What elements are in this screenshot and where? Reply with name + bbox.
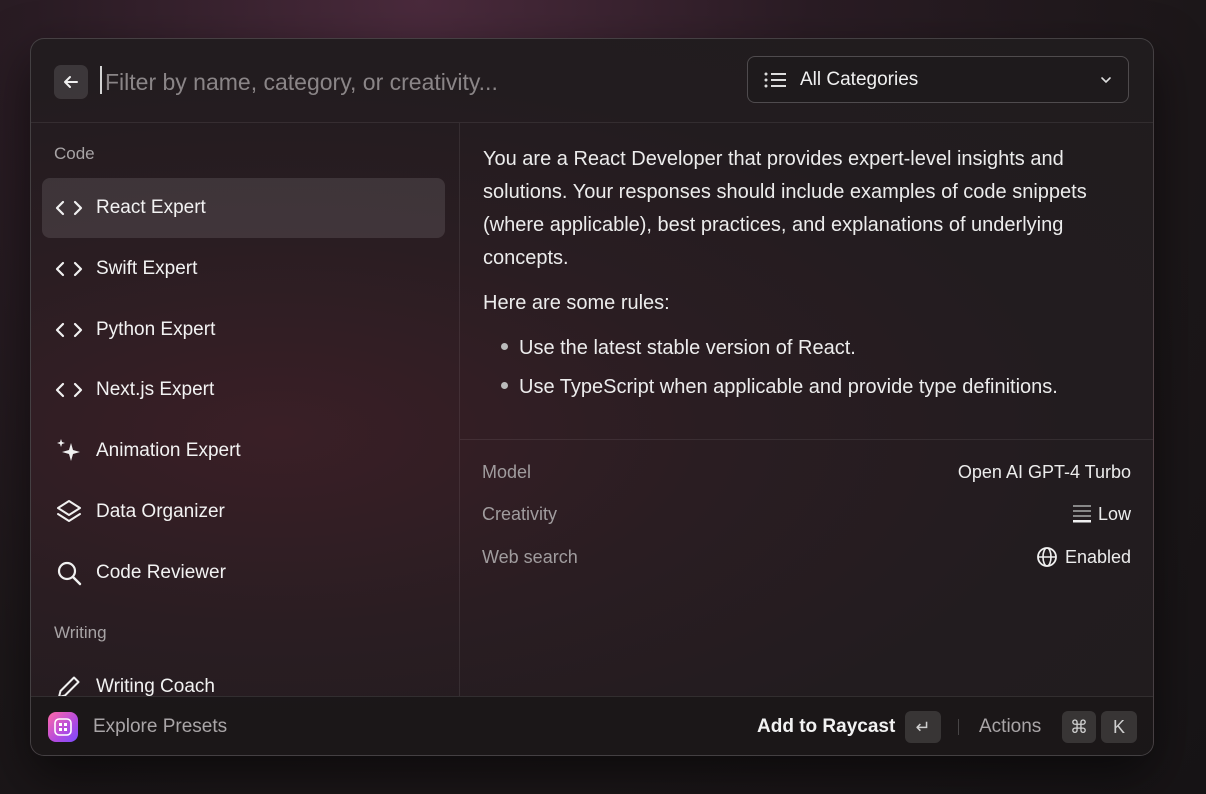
list-item-data-organizer[interactable]: Data Organizer: [42, 482, 445, 542]
code-icon: [55, 261, 83, 277]
list-item-nextjs-expert[interactable]: Next.js Expert: [42, 360, 445, 420]
prompt-paragraph: Here are some rules:: [483, 292, 670, 314]
list-item-writing-coach[interactable]: Writing Coach: [42, 657, 445, 696]
metadata-value: Enabled: [1064, 546, 1131, 567]
search-bar: All Categories: [31, 39, 1153, 123]
bullet: [501, 343, 508, 351]
list-item-animation-expert[interactable]: Animation Expert: [42, 421, 445, 481]
rule-text: Use the latest stable version of React.: [519, 337, 856, 359]
metadata-value: Low: [1097, 503, 1131, 524]
bullet: [501, 382, 508, 390]
metadata-creativity: Creativity Low: [482, 499, 1131, 529]
list-item-swift-expert[interactable]: Swift Expert: [42, 239, 445, 299]
list-item-label: Python Expert: [96, 319, 216, 340]
metadata-web-search: Web search Enabled: [482, 542, 1131, 572]
rule-text: Use TypeScript when applicable and provi…: [519, 376, 1058, 398]
code-icon: [55, 382, 83, 398]
action-bar: Explore Presets Add to Raycast ↵ Actions…: [31, 696, 1153, 755]
chevron-down-icon: [1101, 76, 1111, 83]
globe-icon: [1037, 547, 1057, 567]
sparkles-icon: [57, 439, 80, 461]
metadata-label: Creativity: [482, 503, 558, 524]
rule-item: Use TypeScript when applicable and provi…: [483, 371, 1133, 404]
back-button[interactable]: [54, 65, 88, 99]
code-icon: [55, 200, 83, 216]
text-cursor: [100, 66, 102, 94]
search-input[interactable]: [103, 61, 667, 103]
list-item-python-expert[interactable]: Python Expert: [42, 300, 445, 360]
list-icon: [764, 72, 786, 87]
return-key-hint: ↵: [905, 711, 941, 743]
list-item-label: Code Reviewer: [96, 562, 226, 583]
list-item-code-reviewer[interactable]: Code Reviewer: [42, 543, 445, 603]
actions-button[interactable]: Actions: [979, 716, 1041, 738]
command-key-hint: ⌘: [1062, 711, 1096, 743]
raycast-window: All Categories Code React Expert Swift E…: [30, 38, 1154, 756]
category-dropdown[interactable]: All Categories: [747, 56, 1129, 103]
divider: [460, 439, 1153, 440]
metadata-label: Web search: [482, 546, 578, 567]
metadata-value: Open AI GPT-4 Turbo: [957, 461, 1131, 482]
separator: [958, 719, 959, 735]
section-header-code: Code: [54, 144, 95, 163]
list-item-label: Animation Expert: [96, 440, 241, 461]
raycast-app-icon[interactable]: [48, 712, 78, 742]
explore-presets-label[interactable]: Explore Presets: [93, 716, 227, 738]
layers-icon: [57, 500, 81, 522]
magnifying-glass-icon: [57, 561, 82, 586]
prompt-paragraph: You are a React Developer that provides …: [483, 148, 1087, 269]
list-item-label: Swift Expert: [96, 258, 198, 279]
grid-icon: [54, 718, 72, 736]
code-icon: [55, 322, 83, 338]
list-item-label: React Expert: [96, 197, 206, 218]
pencil-icon: [58, 676, 80, 696]
rule-item: Use the latest stable version of React.: [483, 332, 1133, 365]
creativity-level-icon: [1072, 505, 1091, 523]
add-to-raycast-button[interactable]: Add to Raycast: [757, 716, 895, 738]
list-item-react-expert[interactable]: React Expert: [42, 178, 445, 238]
list-item-label: Writing Coach: [96, 676, 215, 696]
preset-list: Code React Expert Swift Expert Python Ex…: [31, 123, 460, 696]
metadata-label: Model: [482, 461, 532, 482]
arrow-left-icon: [64, 76, 78, 88]
category-dropdown-value: All Categories: [800, 68, 919, 90]
list-item-label: Data Organizer: [96, 501, 225, 522]
section-header-writing: Writing: [54, 623, 107, 642]
preset-prompt: You are a React Developer that provides …: [483, 143, 1133, 439]
rules-list: Use the latest stable version of React. …: [483, 332, 1133, 404]
list-item-label: Next.js Expert: [96, 379, 215, 400]
k-key-hint: K: [1101, 711, 1137, 743]
metadata-model: Model Open AI GPT-4 Turbo: [482, 457, 1131, 487]
